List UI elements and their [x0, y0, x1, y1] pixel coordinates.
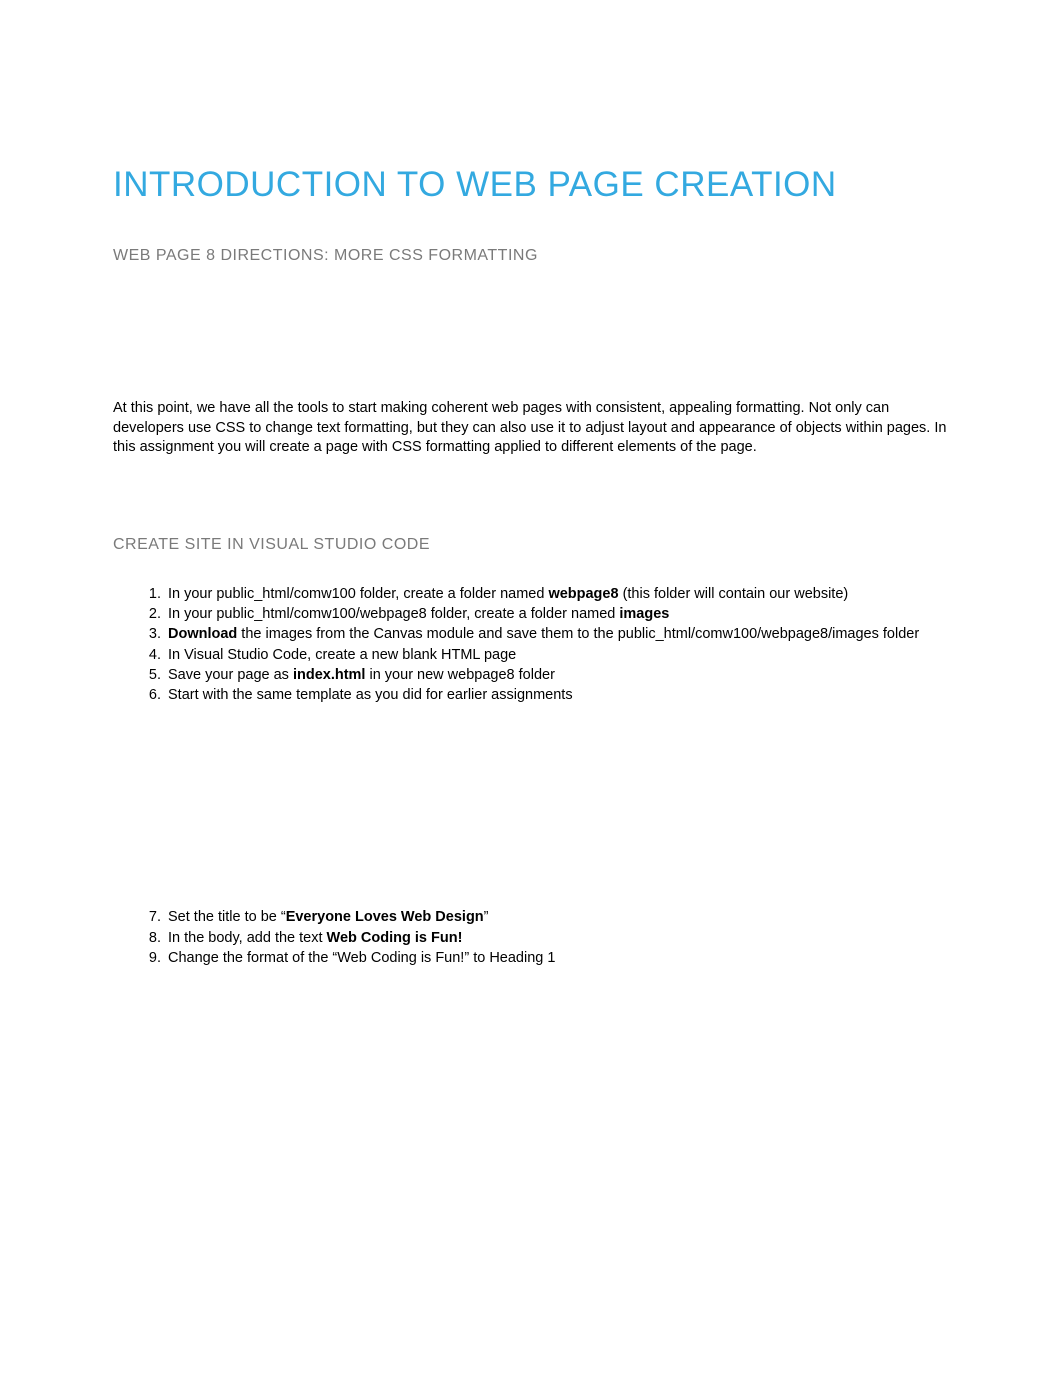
list-item: Start with the same template as you did … [113, 685, 952, 705]
list-item: In the body, add the text Web Coding is … [113, 928, 952, 948]
page-subtitle: WEB PAGE 8 DIRECTIONS: MORE CSS FORMATTI… [113, 247, 952, 265]
instruction-list: In your public_html/comw100 folder, crea… [113, 584, 952, 706]
list-item: In your public_html/comw100/webpage8 fol… [113, 604, 952, 624]
intro-paragraph: At this point, we have all the tools to … [113, 399, 952, 458]
step-bold: webpage8 [548, 586, 618, 602]
list-item: Change the format of the “Web Coding is … [113, 948, 952, 968]
step-text: Change the format of the “Web Coding is … [168, 950, 555, 966]
step-text: In the body, add the text [168, 930, 327, 946]
step-bold: Download [168, 626, 237, 642]
step-text: In Visual Studio Code, create a new blan… [168, 647, 516, 663]
list-item: In Visual Studio Code, create a new blan… [113, 645, 952, 665]
step-text: in your new webpage8 folder [365, 667, 554, 683]
list-item: Download the images from the Canvas modu… [113, 624, 952, 644]
instruction-list-continued: Set the title to be “Everyone Loves Web … [113, 907, 952, 968]
step-text: Save your page as [168, 667, 293, 683]
step-text: (this folder will contain our website) [619, 586, 849, 602]
list-item: Save your page as index.html in your new… [113, 665, 952, 685]
step-text: Set the title to be “ [168, 909, 286, 925]
step-bold: Web Coding is Fun! [327, 930, 463, 946]
step-bold: images [619, 606, 669, 622]
step-text: ” [484, 909, 489, 925]
step-text: In your public_html/comw100 folder, crea… [168, 586, 548, 602]
step-text: the images from the Canvas module and sa… [237, 626, 919, 642]
page-title: INTRODUCTION TO WEB PAGE CREATION [113, 165, 952, 205]
step-bold: index.html [293, 667, 366, 683]
gap-spacer [113, 705, 952, 907]
section-heading: CREATE SITE IN VISUAL STUDIO CODE [113, 536, 952, 554]
list-item: In your public_html/comw100 folder, crea… [113, 584, 952, 604]
step-text: Start with the same template as you did … [168, 687, 573, 703]
step-text: In your public_html/comw100/webpage8 fol… [168, 606, 619, 622]
step-bold: Everyone Loves Web Design [286, 909, 484, 925]
list-item: Set the title to be “Everyone Loves Web … [113, 907, 952, 927]
